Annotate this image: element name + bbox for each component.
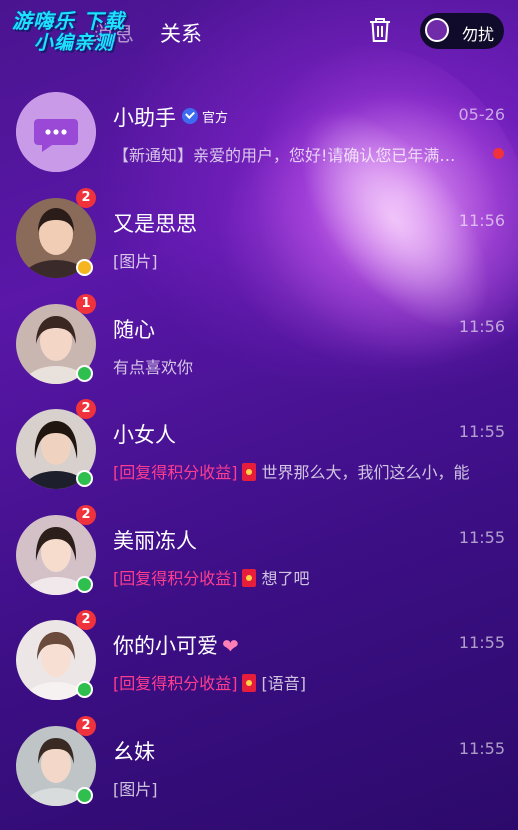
status-indicator [76, 365, 93, 382]
chat-bubble-icon [16, 92, 96, 172]
conversation-name: 小助手 官方 [113, 102, 228, 132]
unread-dot [493, 148, 504, 159]
conversation-item[interactable]: 2 幺妹 11:55 [图片] [0, 716, 518, 821]
unread-count-badge: 2 [76, 399, 96, 419]
conversation-item[interactable]: 2 美丽冻人 11:55 [回复得积分收益] 想了吧 [0, 505, 518, 610]
conversation-preview: 有点喜欢你 [113, 358, 194, 377]
preview-text: 世界那么大，我们这么小，能 [261, 463, 470, 482]
conversation-name: 随心 [113, 318, 155, 342]
do-not-disturb-toggle[interactable]: 勿扰 [420, 13, 504, 49]
status-indicator [76, 787, 93, 804]
conversation-name: 幺妹 [113, 740, 155, 764]
reward-tag: [回复得积分收益] [113, 463, 238, 482]
avatar [16, 92, 96, 172]
top-bar: 消息 关系 游嗨乐 下载 小编亲测 勿扰 [0, 0, 518, 64]
trash-icon[interactable] [368, 17, 392, 43]
dnd-label: 勿扰 [462, 25, 495, 44]
reward-tag: [回复得积分收益] [113, 569, 238, 588]
unread-count-badge: 2 [76, 188, 96, 208]
toggle-knob [425, 18, 449, 42]
conversation-item[interactable]: 1 随心 11:56 有点喜欢你 [0, 294, 518, 399]
status-indicator [76, 470, 93, 487]
status-indicator [76, 681, 93, 698]
unread-count-badge: 2 [76, 505, 96, 525]
conversation-preview: [图片] [113, 780, 158, 799]
preview-text: [语音] [261, 674, 307, 693]
conversation-preview: 【新通知】亲爱的用户，您好!请确认您已年满… [113, 146, 456, 165]
conversation-name: 美丽冻人 [113, 529, 197, 553]
name-text: 小助手 [113, 106, 176, 130]
conversation-item[interactable]: 2 你的小可爱 ❤ 11:55 [回复得积分收益] [语音] [0, 610, 518, 715]
watermark-logo: 游嗨乐 下载 小编亲测 [12, 10, 152, 54]
verified-icon [182, 108, 198, 124]
status-indicator [76, 576, 93, 593]
conversation-name: 小女人 [113, 423, 176, 447]
watermark-line2: 小编亲测 [34, 32, 115, 54]
watermark-line1: 游嗨乐 下载 [12, 9, 125, 33]
conversation-preview: [回复得积分收益] [语音] [113, 670, 508, 694]
unread-count-badge: 2 [76, 716, 96, 736]
conversation-time: 11:55 [458, 633, 505, 652]
conversation-time: 11:55 [458, 739, 505, 758]
conversation-time: 11:55 [458, 422, 505, 441]
official-tag: 官方 [202, 111, 229, 126]
status-indicator [76, 259, 93, 276]
unread-count-badge: 2 [76, 610, 96, 630]
conversation-time: 11:56 [458, 211, 505, 230]
conversation-time: 11:55 [458, 528, 505, 547]
name-text: 你的小可爱 [113, 634, 218, 658]
red-envelope-icon [241, 463, 256, 481]
conversation-name: 又是思思 [113, 212, 197, 236]
conversation-item[interactable]: 2 又是思思 11:56 [图片] [0, 188, 518, 293]
tab-relations[interactable]: 关系 [160, 18, 202, 48]
unread-count-badge: 1 [76, 294, 96, 314]
conversation-preview: [图片] [113, 252, 158, 271]
conversation-item-assistant[interactable]: 小助手 官方 05-26 【新通知】亲爱的用户，您好!请确认您已年满… [0, 82, 518, 187]
conversation-item[interactable]: 2 小女人 11:55 [回复得积分收益] 世界那么大，我们这么小，能 [0, 399, 518, 504]
red-envelope-icon [241, 569, 256, 587]
conversation-preview: [回复得积分收益] 世界那么大，我们这么小，能 [113, 459, 508, 483]
conversation-preview: [回复得积分收益] 想了吧 [113, 565, 508, 589]
reward-tag: [回复得积分收益] [113, 674, 238, 693]
red-envelope-icon [241, 674, 256, 692]
conversation-time: 11:56 [458, 317, 505, 336]
conversation-time: 05-26 [458, 105, 506, 124]
conversation-name: 你的小可爱 ❤ [113, 630, 239, 660]
heart-icon: ❤ [222, 634, 239, 658]
preview-text: 想了吧 [261, 569, 310, 588]
